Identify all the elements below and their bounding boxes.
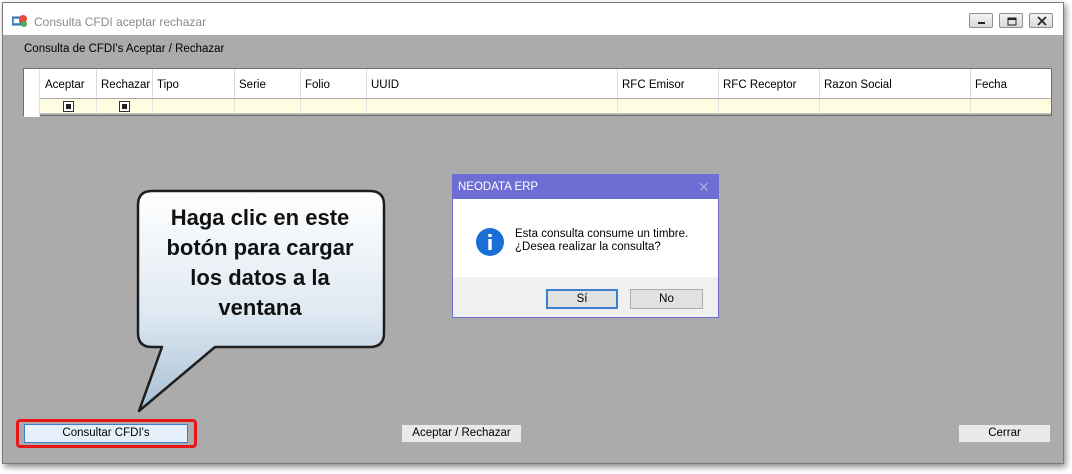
callout-text: Haga clic en este botón para cargar los …: [140, 203, 380, 323]
callout-line-3: los datos a la: [190, 265, 330, 290]
cerrar-button[interactable]: Cerrar: [958, 424, 1051, 443]
callout-line-4: ventana: [218, 295, 302, 320]
callout-line-1: Haga clic en este: [170, 205, 350, 230]
aceptar-rechazar-button[interactable]: Aceptar / Rechazar: [401, 424, 522, 443]
callout-line-2: botón para cargar: [166, 235, 354, 260]
highlight-box: [16, 419, 197, 448]
